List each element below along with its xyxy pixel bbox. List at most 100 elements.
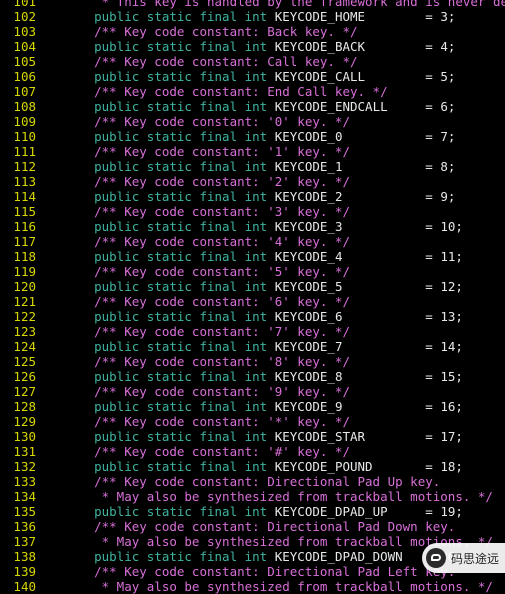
code-value: 7	[440, 129, 448, 144]
code-operator: =	[425, 429, 433, 444]
code-line[interactable]: 106 public static final int KEYCODE_CALL…	[0, 69, 505, 84]
code-line[interactable]: 123 /** Key code constant: '7' key. */	[0, 324, 505, 339]
code-keyword: public static final int	[94, 159, 268, 174]
code-value: 10	[440, 219, 456, 234]
code-terminator: ;	[455, 369, 463, 384]
code-comment: * May also be synthesized from trackball…	[64, 489, 493, 504]
code-comment: /** Key code constant: Call key. */	[64, 54, 358, 69]
line-number: 112	[13, 159, 36, 174]
code-line[interactable]: 102 public static final int KEYCODE_HOME…	[0, 9, 505, 24]
code-value: 8	[440, 159, 448, 174]
code-line[interactable]: 128 public static final int KEYCODE_9 = …	[0, 399, 505, 414]
watermark: 码思途远	[421, 543, 505, 573]
code-identifier: KEYCODE_2	[274, 189, 343, 204]
code-comment: * May also be synthesized from trackball…	[64, 579, 493, 594]
code-line[interactable]: 103 /** Key code constant: Back key. */	[0, 24, 505, 39]
code-line[interactable]: 125 /** Key code constant: '8' key. */	[0, 354, 505, 369]
code-operator: =	[425, 129, 433, 144]
code-operator: =	[425, 159, 433, 174]
code-line[interactable]: 108 public static final int KEYCODE_ENDC…	[0, 99, 505, 114]
code-value: 5	[440, 69, 448, 84]
code-line[interactable]: 117 /** Key code constant: '4' key. */	[0, 234, 505, 249]
line-number: 115	[13, 204, 36, 219]
code-operator: =	[425, 399, 433, 414]
code-line[interactable]: 130 public static final int KEYCODE_STAR…	[0, 429, 505, 444]
code-value: 18	[440, 459, 456, 474]
code-editor[interactable]: 101 * This key is handled by the framewo…	[0, 0, 505, 594]
line-number: 138	[13, 549, 36, 564]
code-line[interactable]: 135 public static final int KEYCODE_DPAD…	[0, 504, 505, 519]
line-number: 106	[13, 69, 36, 84]
code-keyword: public static final int	[94, 39, 268, 54]
code-terminator: ;	[455, 459, 463, 474]
code-comment: /** Key code constant: Back key. */	[64, 24, 358, 39]
code-line[interactable]: 126 public static final int KEYCODE_8 = …	[0, 369, 505, 384]
line-number: 101	[13, 0, 36, 9]
code-line[interactable]: 133 /** Key code constant: Directional P…	[0, 474, 505, 489]
code-terminator: ;	[455, 279, 463, 294]
code-comment: /** Key code constant: '3' key. */	[64, 204, 350, 219]
code-operator: =	[425, 39, 433, 54]
code-value: 6	[440, 99, 448, 114]
code-line[interactable]: 115 /** Key code constant: '3' key. */	[0, 204, 505, 219]
code-line[interactable]: 107 /** Key code constant: End Call key.…	[0, 84, 505, 99]
code-line[interactable]: 111 /** Key code constant: '1' key. */	[0, 144, 505, 159]
code-operator: =	[425, 339, 433, 354]
code-value: 19	[440, 504, 456, 519]
line-number: 111	[13, 144, 36, 159]
line-number: 105	[13, 54, 36, 69]
code-comment: /** Key code constant: Directional Pad D…	[64, 519, 456, 534]
code-line[interactable]: 109 /** Key code constant: '0' key. */	[0, 114, 505, 129]
code-comment: /** Key code constant: '4' key. */	[64, 234, 350, 249]
line-number: 104	[13, 39, 36, 54]
line-number: 136	[13, 519, 36, 534]
code-comment: * This key is handled by the framework a…	[64, 0, 505, 9]
code-line[interactable]: 124 public static final int KEYCODE_7 = …	[0, 339, 505, 354]
line-number: 126	[13, 369, 36, 384]
code-line[interactable]: 121 /** Key code constant: '6' key. */	[0, 294, 505, 309]
code-line[interactable]: 140 * May also be synthesized from track…	[0, 579, 505, 594]
code-line[interactable]: 101 * This key is handled by the framewo…	[0, 0, 505, 9]
code-comment: /** Key code constant: Directional Pad L…	[64, 564, 456, 579]
code-line[interactable]: 110 public static final int KEYCODE_0 = …	[0, 129, 505, 144]
code-line[interactable]: 132 public static final int KEYCODE_POUN…	[0, 459, 505, 474]
code-keyword: public static final int	[94, 249, 268, 264]
code-line[interactable]: 134 * May also be synthesized from track…	[0, 489, 505, 504]
code-terminator: ;	[455, 504, 463, 519]
code-identifier: KEYCODE_6	[274, 309, 343, 324]
code-line[interactable]: 116 public static final int KEYCODE_3 = …	[0, 219, 505, 234]
code-identifier: KEYCODE_ENDCALL	[274, 99, 388, 114]
line-number: 116	[13, 219, 36, 234]
code-comment: /** Key code constant: '5' key. */	[64, 264, 350, 279]
code-comment: /** Key code constant: Directional Pad U…	[64, 474, 441, 489]
line-number: 117	[13, 234, 36, 249]
code-keyword: public static final int	[94, 429, 268, 444]
line-number: 127	[13, 384, 36, 399]
code-value: 4	[440, 39, 448, 54]
code-line[interactable]: 119 /** Key code constant: '5' key. */	[0, 264, 505, 279]
code-identifier: KEYCODE_CALL	[274, 69, 366, 84]
code-operator: =	[425, 99, 433, 114]
code-operator: =	[425, 309, 433, 324]
code-identifier: KEYCODE_DPAD_UP	[274, 504, 388, 519]
code-line[interactable]: 113 /** Key code constant: '2' key. */	[0, 174, 505, 189]
code-line[interactable]: 127 /** Key code constant: '9' key. */	[0, 384, 505, 399]
code-line[interactable]: 122 public static final int KEYCODE_6 = …	[0, 309, 505, 324]
code-value: 3	[440, 9, 448, 24]
code-line[interactable]: 120 public static final int KEYCODE_5 = …	[0, 279, 505, 294]
code-line[interactable]: 131 /** Key code constant: '#' key. */	[0, 444, 505, 459]
code-line[interactable]: 105 /** Key code constant: Call key. */	[0, 54, 505, 69]
code-line[interactable]: 118 public static final int KEYCODE_4 = …	[0, 249, 505, 264]
line-number: 124	[13, 339, 36, 354]
code-line[interactable]: 129 /** Key code constant: '*' key. */	[0, 414, 505, 429]
code-line[interactable]: 136 /** Key code constant: Directional P…	[0, 519, 505, 534]
code-line[interactable]: 114 public static final int KEYCODE_2 = …	[0, 189, 505, 204]
line-number: 128	[13, 399, 36, 414]
code-terminator: ;	[447, 9, 456, 24]
code-keyword: public static final int	[94, 369, 268, 384]
code-keyword: public static final int	[94, 129, 268, 144]
code-line[interactable]: 104 public static final int KEYCODE_BACK…	[0, 39, 505, 54]
code-keyword: public static final int	[94, 69, 268, 84]
line-number: 107	[13, 84, 36, 99]
code-line[interactable]: 112 public static final int KEYCODE_1 = …	[0, 159, 505, 174]
